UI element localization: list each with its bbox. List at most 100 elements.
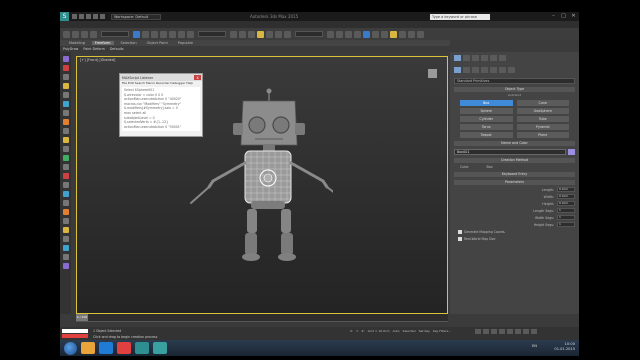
tool-icon[interactable] xyxy=(62,56,69,62)
search-input[interactable]: Type a keyword or phrase xyxy=(430,14,490,20)
play-icon[interactable] xyxy=(491,329,497,334)
layer-manager-icon[interactable] xyxy=(327,30,334,38)
open-file-icon[interactable] xyxy=(79,14,84,19)
workspace-dropdown[interactable]: Workspace: Default xyxy=(111,13,161,20)
box-radio[interactable]: Box xyxy=(487,165,493,169)
cameras-icon[interactable] xyxy=(481,67,488,73)
lights-icon[interactable] xyxy=(472,67,479,73)
snap-toggle-icon[interactable] xyxy=(257,30,264,38)
height-segs-spinner[interactable]: 1 xyxy=(557,222,575,227)
tool-icon[interactable] xyxy=(62,209,69,215)
autogrid-checkbox[interactable]: AutoGrid xyxy=(450,93,579,97)
tool-icon[interactable] xyxy=(62,110,69,116)
go-end-icon[interactable] xyxy=(507,329,513,334)
start-button[interactable] xyxy=(64,341,77,355)
render-iterative-icon[interactable] xyxy=(399,30,406,38)
render-setup-icon[interactable] xyxy=(372,30,379,38)
named-selection-dropdown[interactable] xyxy=(295,31,323,37)
subtab-paint-deform[interactable]: Paint Deform xyxy=(83,47,104,51)
tab-freeform[interactable]: Freeform xyxy=(91,41,114,45)
time-slider-handle[interactable]: 0 / 100 xyxy=(76,314,88,321)
new-scene-icon[interactable] xyxy=(72,14,77,19)
reference-coord-dropdown[interactable] xyxy=(198,31,226,37)
angle-snap-icon[interactable] xyxy=(266,30,273,38)
tool-icon[interactable] xyxy=(62,119,69,125)
tool-icon[interactable] xyxy=(62,254,69,260)
pyramid-button[interactable]: Pyramid xyxy=(516,124,569,130)
length-segs-spinner[interactable]: 1 xyxy=(557,208,575,213)
curve-editor-icon[interactable] xyxy=(345,30,352,38)
tool-icon[interactable] xyxy=(62,191,69,197)
percent-snap-icon[interactable] xyxy=(275,30,282,38)
maxscript-error-line[interactable] xyxy=(62,334,88,338)
pivot-center-icon[interactable] xyxy=(230,30,237,38)
height-spinner[interactable]: 0.0cm xyxy=(557,201,575,206)
front-viewport[interactable]: [+] [Front] [Shaded] MAXScript Listener … xyxy=(76,56,448,314)
cylinder-button[interactable]: Cylinder xyxy=(460,116,513,122)
box-button[interactable]: Box xyxy=(460,100,513,106)
object-name-field[interactable]: Box001 xyxy=(454,149,566,155)
name-color-rollout[interactable]: Name and Color xyxy=(454,141,575,146)
tool-icon[interactable] xyxy=(62,227,69,233)
language-indicator[interactable]: EN xyxy=(532,344,537,348)
tube-button[interactable]: Tube xyxy=(516,116,569,122)
tool-icon[interactable] xyxy=(62,83,69,89)
tool-icon[interactable] xyxy=(62,236,69,242)
rotate-icon[interactable] xyxy=(178,30,185,38)
tab-modeling[interactable]: Modeling xyxy=(66,41,88,45)
scene-explorer-icon[interactable] xyxy=(336,30,343,38)
tool-icon[interactable] xyxy=(62,200,69,206)
subtab-defaults[interactable]: Defaults xyxy=(110,47,124,51)
zoom-icon[interactable] xyxy=(515,329,521,334)
spacewarps-icon[interactable] xyxy=(499,67,506,73)
viewcube-icon[interactable] xyxy=(428,69,437,78)
listener-close-button[interactable]: x xyxy=(194,75,201,80)
plane-button[interactable]: Plane xyxy=(516,132,569,138)
next-frame-icon[interactable] xyxy=(499,329,505,334)
utilities-tab-icon[interactable] xyxy=(499,55,506,61)
go-start-icon[interactable] xyxy=(475,329,481,334)
shapes-icon[interactable] xyxy=(463,67,470,73)
redo-icon[interactable] xyxy=(100,14,105,19)
align-icon[interactable] xyxy=(248,30,255,38)
tool-icon[interactable] xyxy=(62,218,69,224)
tool-icon[interactable] xyxy=(62,263,69,269)
rendered-frame-icon[interactable] xyxy=(381,30,388,38)
object-type-rollout[interactable]: Object Type xyxy=(454,87,575,92)
orbit-icon[interactable] xyxy=(531,329,537,334)
tool-icon[interactable] xyxy=(62,128,69,134)
material-editor-icon[interactable] xyxy=(363,30,370,38)
undo-icon[interactable] xyxy=(63,30,70,38)
taskbar-app-2[interactable] xyxy=(99,342,113,354)
helpers-icon[interactable] xyxy=(490,67,497,73)
checkbox-icon[interactable] xyxy=(458,230,462,234)
scale-icon[interactable] xyxy=(187,30,194,38)
selection-filter-dropdown[interactable] xyxy=(101,31,129,37)
schematic-view-icon[interactable] xyxy=(354,30,361,38)
select-by-name-icon[interactable] xyxy=(142,30,149,38)
close-button[interactable]: ✕ xyxy=(570,13,577,19)
tool-icon[interactable] xyxy=(62,92,69,98)
help-icon[interactable] xyxy=(417,30,424,38)
keyboard-entry-rollout[interactable]: Keyboard Entry xyxy=(454,172,575,177)
display-tab-icon[interactable] xyxy=(490,55,497,61)
mirror-icon[interactable] xyxy=(239,30,246,38)
z-coord[interactable]: Z: xyxy=(362,329,365,333)
create-tab-icon[interactable] xyxy=(454,55,461,61)
torus-button[interactable]: Torus xyxy=(460,124,513,130)
selected-dropdown[interactable]: Selected xyxy=(403,329,416,333)
creation-method-rollout[interactable]: Creation Method xyxy=(454,158,575,163)
tab-selection[interactable]: Selection xyxy=(118,41,140,45)
subtab-polydraw[interactable]: PolyDraw xyxy=(63,47,78,51)
system-clock[interactable]: 10:00 01.01.2015 xyxy=(554,342,575,352)
length-spinner[interactable]: 0.0cm xyxy=(557,187,575,192)
listener-output[interactable]: Select $Sphere001 $.wirecolor = color 0 … xyxy=(122,87,200,131)
app-logo-icon[interactable]: S xyxy=(60,12,69,21)
gen-mapping-checkbox[interactable]: Generate Mapping Coords. xyxy=(458,230,571,234)
x-coord[interactable]: X: xyxy=(350,329,353,333)
listener-menu[interactable]: File Edit Search Macro Recorder Debugger… xyxy=(120,81,202,86)
render-production-icon[interactable] xyxy=(390,30,397,38)
maximize-button[interactable]: □ xyxy=(560,13,567,19)
listener-titlebar[interactable]: MAXScript Listener x xyxy=(120,74,202,81)
minimize-button[interactable]: – xyxy=(550,13,557,19)
